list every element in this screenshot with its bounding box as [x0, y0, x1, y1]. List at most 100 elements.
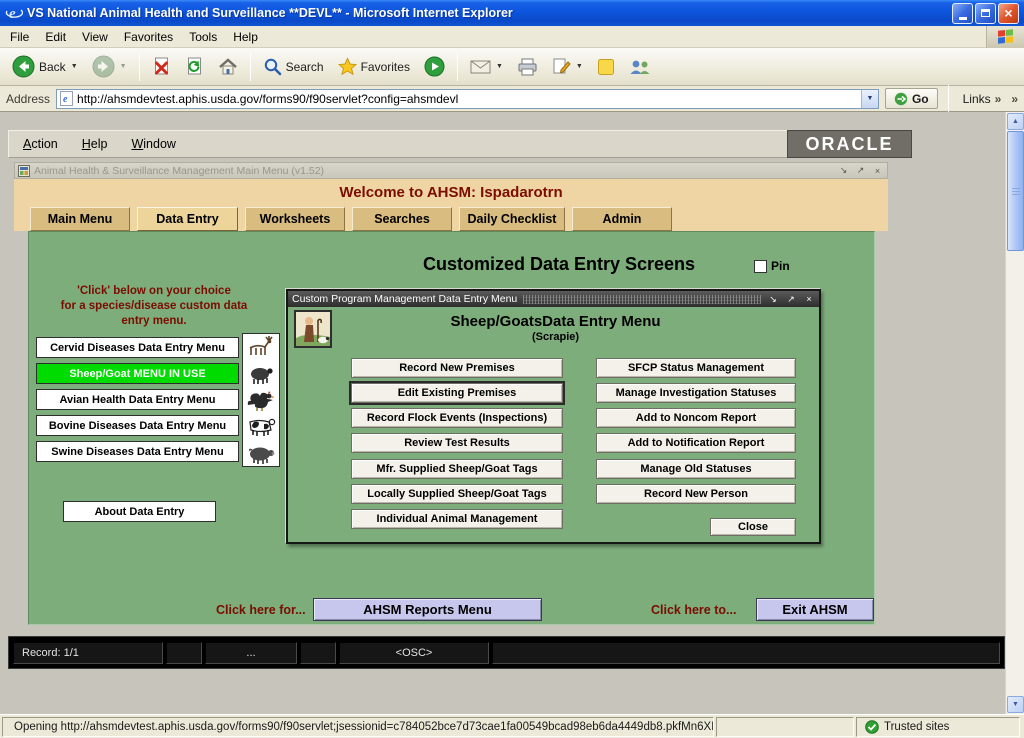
vertical-scrollbar[interactable]: ▲ ▼	[1005, 112, 1024, 714]
go-button[interactable]: Go	[885, 88, 938, 109]
avian-menu-button[interactable]: Avian Health Data Entry Menu	[36, 389, 239, 410]
oracle-menu-action[interactable]: Action	[23, 137, 58, 151]
media-button[interactable]	[418, 52, 451, 81]
cow-icon	[243, 413, 279, 439]
go-arrow-icon	[894, 92, 908, 106]
menu-file[interactable]: File	[2, 27, 37, 47]
add-to-noncom-report-button[interactable]: Add to Noncom Report	[596, 408, 796, 428]
dialog-close-x-button[interactable]: ×	[803, 294, 815, 304]
locally-supplied-tags-button[interactable]: Locally Supplied Sheep/Goat Tags	[351, 484, 563, 504]
scrollbar-thumb[interactable]	[1007, 131, 1024, 251]
tab-daily-checklist[interactable]: Daily Checklist	[459, 207, 565, 231]
dialog-subheading: (Scrapie)	[328, 331, 783, 343]
browser-toolbar: Back ▼ ▼ Search Favorites	[0, 48, 1024, 86]
back-icon	[12, 55, 35, 78]
oracle-menu-bar: Action Help Window	[8, 130, 912, 158]
back-label: Back	[39, 60, 66, 74]
swine-menu-button[interactable]: Swine Diseases Data Entry Menu	[36, 441, 239, 462]
edit-button[interactable]: ▼	[546, 53, 589, 80]
window-title: VS National Animal Health and Surveillan…	[27, 6, 952, 20]
individual-animal-management-button[interactable]: Individual Animal Management	[351, 509, 563, 529]
mfr-supplied-tags-button[interactable]: Mfr. Supplied Sheep/Goat Tags	[351, 459, 563, 479]
mail-button[interactable]: ▼	[464, 55, 509, 79]
mdi-expand-button[interactable]: ↗	[854, 165, 867, 176]
address-dropdown-button[interactable]: ▼	[861, 90, 878, 108]
scroll-up-button[interactable]: ▲	[1007, 113, 1024, 130]
cervid-menu-button[interactable]: Cervid Diseases Data Entry Menu	[36, 337, 239, 358]
pin-checkbox[interactable]	[754, 260, 767, 273]
manage-investigation-statuses-button[interactable]: Manage Investigation Statuses	[596, 383, 796, 403]
mdi-close-button[interactable]: ×	[871, 166, 884, 176]
edit-existing-premises-button[interactable]: Edit Existing Premises	[351, 383, 563, 403]
forward-dropdown-icon[interactable]: ▼	[120, 63, 127, 70]
maximize-button[interactable]	[975, 3, 996, 24]
instruction-line: 'Click' below on your choice	[43, 284, 265, 299]
toolbar-separator	[457, 53, 458, 81]
status-segment	[166, 642, 202, 664]
mail-icon	[470, 59, 491, 75]
review-test-results-button[interactable]: Review Test Results	[351, 433, 563, 453]
messenger-button[interactable]	[591, 54, 621, 80]
exit-ahsm-button[interactable]: Exit AHSM	[756, 598, 874, 621]
forward-button[interactable]: ▼	[86, 51, 133, 82]
mdi-collapse-button[interactable]: ↘	[837, 165, 850, 176]
record-indicator: Record: 1/1	[13, 642, 163, 664]
stop-icon	[152, 57, 171, 76]
back-dropdown-icon[interactable]: ▼	[71, 63, 78, 70]
tab-searches[interactable]: Searches	[352, 207, 452, 231]
home-button[interactable]	[212, 53, 244, 80]
menu-tools[interactable]: Tools	[181, 27, 225, 47]
dialog-title-bar[interactable]: Custom Program Management Data Entry Men…	[288, 291, 819, 307]
mail-dropdown-icon[interactable]: ▼	[496, 63, 503, 70]
record-flock-events-button[interactable]: Record Flock Events (Inspections)	[351, 408, 563, 428]
menu-view[interactable]: View	[74, 27, 116, 47]
search-label: Search	[286, 60, 324, 74]
record-new-premises-button[interactable]: Record New Premises	[351, 358, 563, 378]
status-segment	[300, 642, 336, 664]
dialog-collapse-button[interactable]: ↘	[767, 294, 779, 305]
ahsm-reports-menu-button[interactable]: AHSM Reports Menu	[313, 598, 542, 621]
record-new-person-button[interactable]: Record New Person	[596, 484, 796, 504]
oracle-menu-window[interactable]: Window	[131, 137, 175, 151]
reports-caption: Click here for...	[216, 603, 306, 617]
menu-help[interactable]: Help	[225, 27, 266, 47]
discuss-button[interactable]	[623, 54, 657, 80]
stop-button[interactable]	[146, 53, 177, 80]
print-button[interactable]	[511, 54, 544, 80]
go-label: Go	[912, 92, 929, 106]
toolbar-separator	[948, 85, 949, 113]
address-input[interactable]: e http://ahsmdevtest.aphis.usda.gov/form…	[56, 89, 879, 109]
svg-text:e: e	[9, 6, 16, 22]
oracle-logo: ORACLE	[787, 130, 912, 158]
tab-data-entry[interactable]: Data Entry	[137, 207, 238, 231]
back-button[interactable]: Back ▼	[6, 51, 84, 82]
sfcp-status-management-button[interactable]: SFCP Status Management	[596, 358, 796, 378]
edit-dropdown-icon[interactable]: ▼	[576, 63, 583, 70]
search-button[interactable]: Search	[257, 53, 330, 80]
bovine-menu-button[interactable]: Bovine Diseases Data Entry Menu	[36, 415, 239, 436]
oracle-menu-help[interactable]: Help	[82, 137, 108, 151]
favorites-button[interactable]: Favorites	[332, 53, 416, 80]
tab-main-menu[interactable]: Main Menu	[30, 207, 130, 231]
toolbar-overflow-chevron-icon[interactable]: »	[1011, 92, 1018, 106]
scroll-down-button[interactable]: ▼	[1007, 696, 1024, 713]
tab-worksheets[interactable]: Worksheets	[245, 207, 345, 231]
links-button[interactable]: Links »	[959, 92, 1006, 106]
instruction-line: for a species/disease custom data	[43, 299, 265, 314]
tab-admin[interactable]: Admin	[572, 207, 672, 231]
add-to-notification-report-button[interactable]: Add to Notification Report	[596, 433, 796, 453]
close-button[interactable]: ×	[998, 3, 1019, 24]
minimize-button[interactable]	[952, 3, 973, 24]
svg-text:e: e	[63, 94, 68, 105]
sheep-goat-menu-button[interactable]: Sheep/Goat MENU IN USE	[36, 363, 239, 384]
about-data-entry-button[interactable]: About Data Entry	[63, 501, 216, 522]
exit-caption: Click here to...	[651, 603, 736, 617]
menu-edit[interactable]: Edit	[37, 27, 74, 47]
refresh-button[interactable]	[179, 53, 210, 80]
dialog-close-button[interactable]: Close	[710, 518, 796, 536]
menu-favorites[interactable]: Favorites	[116, 27, 181, 47]
oracle-status-bar: Record: 1/1 ... <OSC>	[8, 636, 1005, 669]
manage-old-statuses-button[interactable]: Manage Old Statuses	[596, 459, 796, 479]
browser-menu-bar: File Edit View Favorites Tools Help	[0, 26, 1024, 48]
dialog-expand-button[interactable]: ↗	[785, 294, 797, 305]
